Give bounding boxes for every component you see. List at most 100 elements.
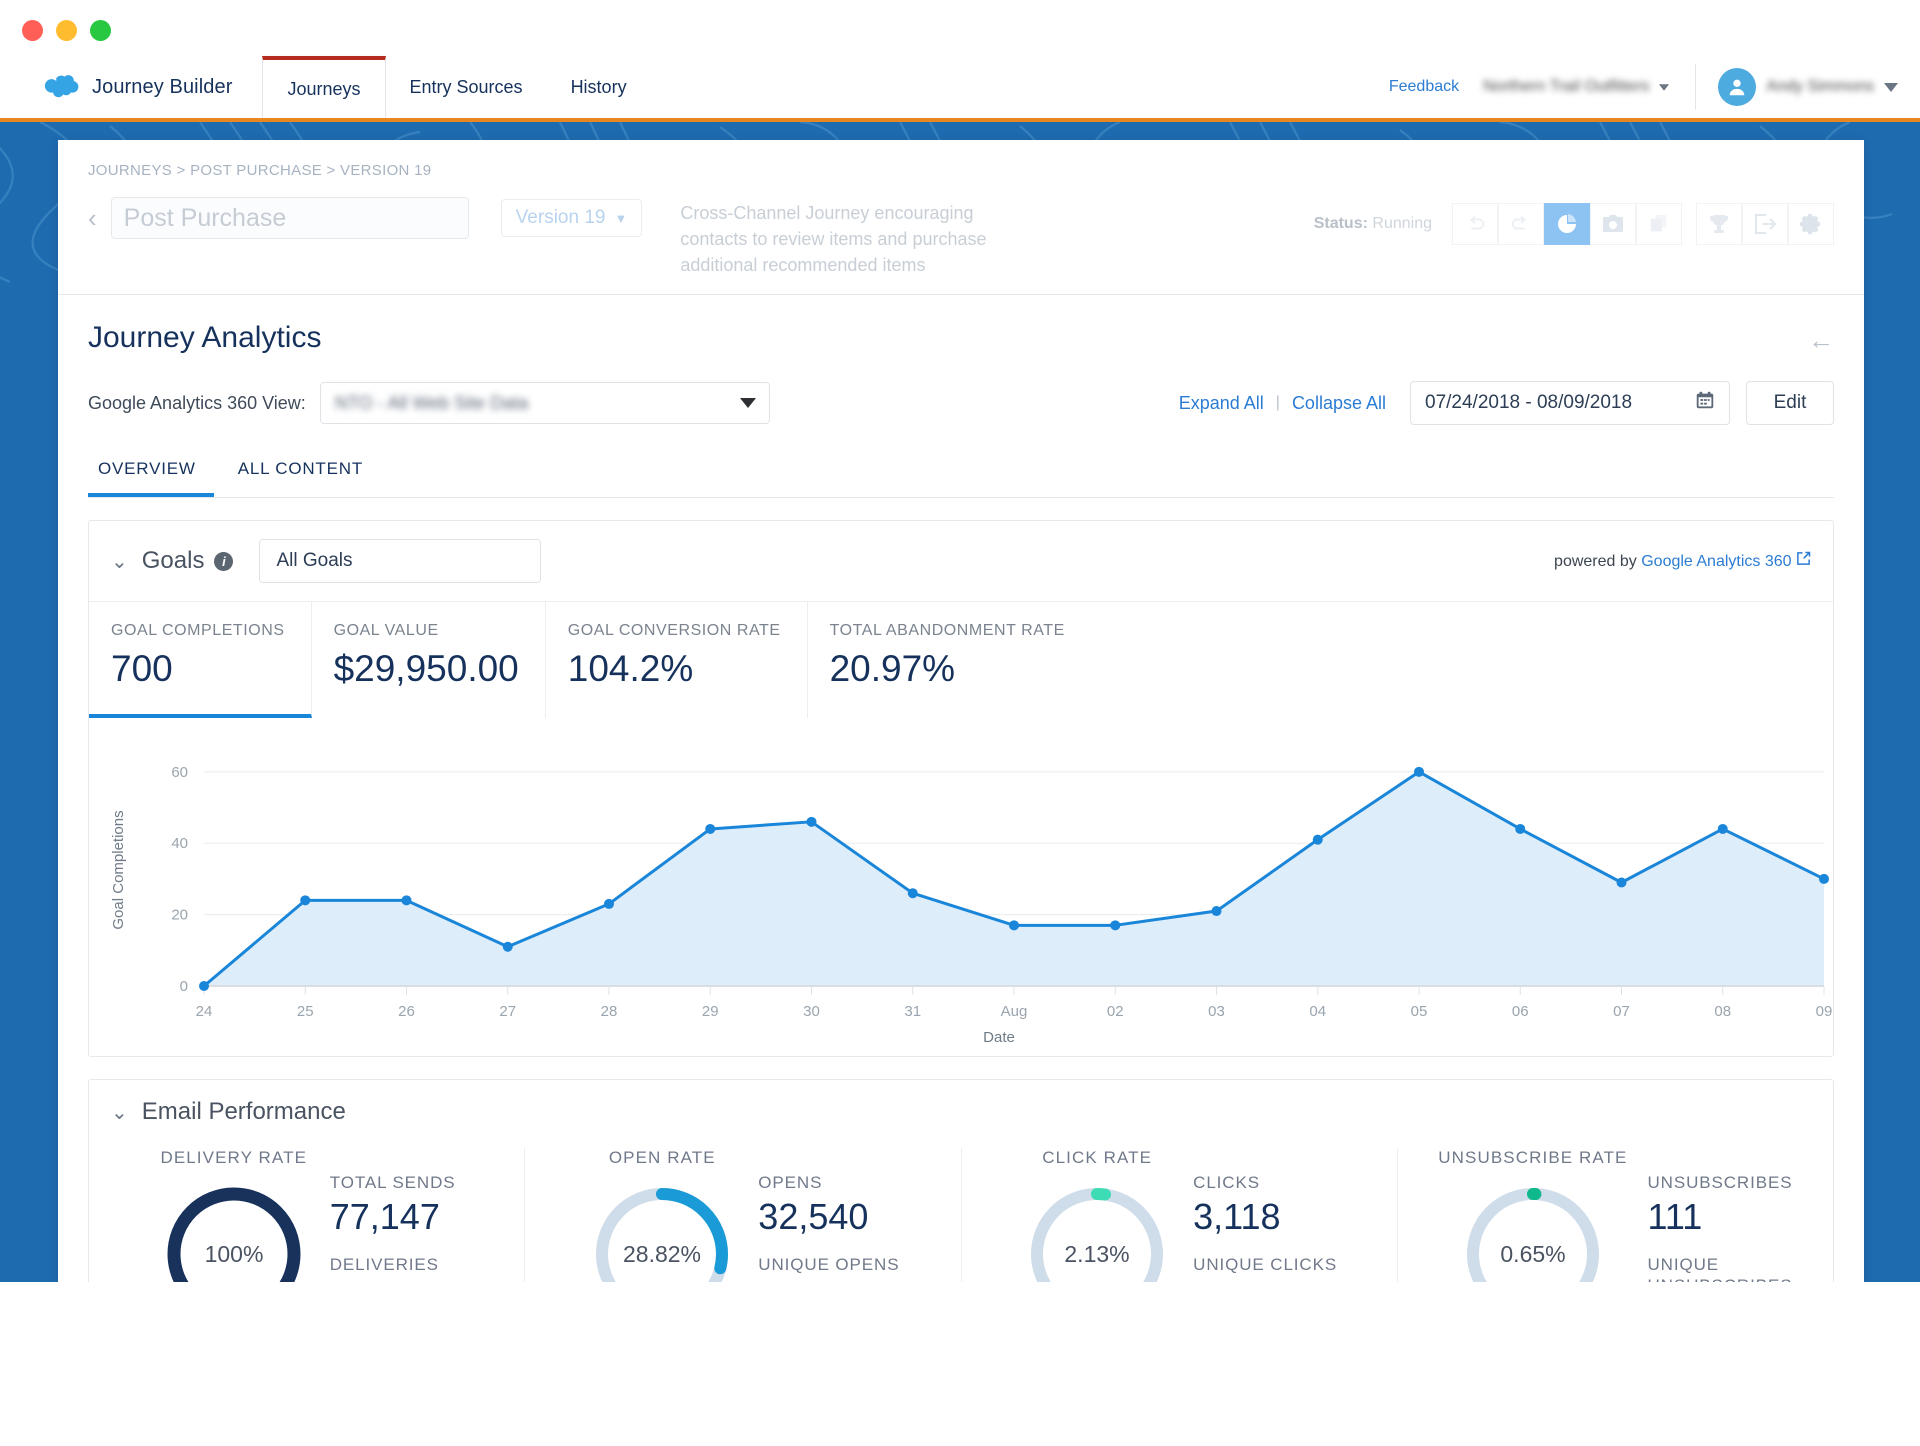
goals-filter-value: All Goals <box>276 550 353 572</box>
svg-text:03: 03 <box>1208 1003 1225 1020</box>
settings-icon[interactable] <box>1788 203 1834 245</box>
stat-label: UNIQUE CLICKS <box>1193 1254 1338 1274</box>
back-arrow-icon[interactable]: ‹ <box>88 203 97 234</box>
kpi-goal-conversion-rate[interactable]: GOAL CONVERSION RATE 104.2% <box>546 602 808 719</box>
donut-wrapper: 0.65% <box>1457 1178 1609 1282</box>
svg-text:Aug: Aug <box>1001 1003 1028 1020</box>
email-metric-0: DELIVERY RATE 100% TOTAL SENDS 77,147 DELI… <box>89 1148 526 1282</box>
donut-chart: 100% <box>167 1187 301 1282</box>
calendar-icon <box>1694 389 1716 417</box>
kpi-goal-completions[interactable]: GOAL COMPLETIONS 700 <box>89 602 312 719</box>
kpi-value: 20.97% <box>829 648 956 690</box>
stat-value: 32,523 <box>758 1277 899 1282</box>
journey-description: Cross-Channel Journey encouraging contac… <box>680 203 987 276</box>
stat-label: UNIQUE UNSUBSCRIBES <box>1647 1254 1792 1282</box>
email-metric-3: UNSUBSCRIBE RATE 0.65% UNSUBSCRIBES 111 UN… <box>1398 1148 1833 1282</box>
donut-value: 0.65% <box>1500 1241 1565 1267</box>
brand[interactable]: Journey Builder <box>24 56 262 118</box>
stat-label: UNSUBSCRIBES <box>1647 1173 1793 1193</box>
kpi-value: 700 <box>111 648 173 690</box>
donut-group: OPEN RATE 28.82% <box>586 1148 738 1282</box>
ga-view-label: Google Analytics 360 View: <box>88 392 306 413</box>
kpi-total-abandonment-rate[interactable]: TOTAL ABANDONMENT RATE 20.97% <box>808 602 1091 718</box>
feedback-link[interactable]: Feedback <box>1389 78 1459 96</box>
kpi-label: GOAL COMPLETIONS <box>111 622 285 640</box>
chevron-down-icon[interactable]: ⌄ <box>111 1100 128 1125</box>
goals-panel: ⌄ Goals i All Goals powered by Google An… <box>88 520 1834 1058</box>
collapse-all-link[interactable]: Collapse All <box>1292 393 1386 414</box>
user-menu[interactable]: Andy Simmons <box>1695 64 1898 110</box>
chevron-down-icon <box>1884 82 1898 92</box>
ga-view-select[interactable]: NTO - All Web Site Data <box>319 382 770 425</box>
window-maximize-button[interactable] <box>90 19 111 41</box>
salesforce-cloud-icon <box>44 74 79 97</box>
expand-all-link[interactable]: Expand All <box>1179 393 1264 414</box>
goals-filter-select[interactable]: All Goals <box>259 539 542 584</box>
svg-text:27: 27 <box>499 1003 516 1020</box>
svg-text:31: 31 <box>904 1003 921 1020</box>
pie-chart-icon <box>1558 214 1576 233</box>
metric-stats: CLICKS3,118 UNIQUE CLICKS 1,661 <box>1193 1172 1337 1282</box>
goals-panel-header: ⌄ Goals i All Goals powered by Google An… <box>89 521 1833 601</box>
gear-icon <box>1799 214 1821 235</box>
svg-text:24: 24 <box>196 1003 213 1020</box>
stat-value: 77,146 <box>330 1277 456 1282</box>
org-switcher[interactable]: Northern Trail Outfitters <box>1479 78 1675 96</box>
email-performance-panel: ⌄ Email Performance DELIVERY RATE 100% T… <box>88 1079 1834 1282</box>
brand-label: Journey Builder <box>92 75 233 98</box>
page-background: JOURNEYS > POST PURCHASE > VERSION 19 ‹ … <box>0 122 1920 1282</box>
email-panel-title: Email Performance <box>141 1098 346 1126</box>
kpi-label: TOTAL ABANDONMENT RATE <box>829 622 1065 640</box>
snapshot-icon[interactable] <box>1590 203 1636 245</box>
google-analytics-link[interactable]: Google Analytics 360 <box>1641 553 1791 570</box>
donut-chart: 0.65% <box>1466 1188 1599 1282</box>
user-icon <box>1730 79 1745 96</box>
stat-label: UNIQUE OPENS <box>758 1254 900 1274</box>
nav-item-journeys[interactable]: Journeys <box>262 56 386 118</box>
svg-text:09: 09 <box>1816 1003 1833 1020</box>
page-title: Journey Analytics <box>88 321 322 355</box>
svg-text:02: 02 <box>1107 1003 1124 1020</box>
app-header-right: Feedback Northern Trail Outfitters Andy … <box>1389 56 1920 118</box>
email-panel-header: ⌄ Email Performance <box>89 1080 1833 1144</box>
undo-icon[interactable] <box>1452 203 1498 245</box>
donut-wrapper: 2.13% <box>1021 1178 1173 1282</box>
stat-label: TOTAL SENDS <box>329 1173 456 1193</box>
status-badge: Status: Running <box>1314 215 1432 233</box>
window-minimize-button[interactable] <box>56 19 77 41</box>
tab-overview[interactable]: OVERVIEW <box>88 449 214 498</box>
nav-item-history[interactable]: History <box>547 56 651 118</box>
date-range-input[interactable]: 07/24/2018 - 08/09/2018 <box>1410 381 1730 426</box>
metric-stats: TOTAL SENDS77,147 DELIVERIES 77,146 <box>330 1172 456 1282</box>
duplicate-icon[interactable] <box>1636 203 1682 245</box>
donut-chart: 2.13% <box>1031 1188 1164 1282</box>
svg-text:28: 28 <box>601 1003 618 1020</box>
powered-by: powered by Google Analytics 360 <box>1554 551 1811 571</box>
email-metric-2: CLICK RATE 2.13% CLICKS 3,118 UNIQUE CLICK… <box>962 1148 1398 1282</box>
exit-icon[interactable] <box>1742 203 1788 245</box>
tab-all-content[interactable]: ALL CONTENT <box>228 449 381 497</box>
info-icon[interactable]: i <box>214 551 234 571</box>
svg-text:40: 40 <box>171 836 188 853</box>
email-metric-1: OPEN RATE 28.82% OPENS 32,540 UNIQUE OPENS… <box>525 1148 962 1282</box>
kpi-value: $29,950.00 <box>333 648 519 690</box>
chevron-down-icon[interactable]: ⌄ <box>111 549 128 574</box>
goal-completions-chart: 0 20 40 60 Goal Completions 24 25 26 27 28 29 30 31 A… <box>89 718 1833 1056</box>
edit-button[interactable]: Edit <box>1746 381 1834 426</box>
svg-text:25: 25 <box>297 1003 314 1020</box>
collapse-panel-icon[interactable]: ← <box>1808 325 1834 356</box>
primary-nav: Journeys Entry Sources History <box>262 56 650 118</box>
version-selector[interactable]: Version 19 ▼ <box>500 199 643 237</box>
goals-icon[interactable] <box>1696 203 1742 245</box>
analytics-icon[interactable] <box>1544 203 1590 245</box>
date-range-value: 07/24/2018 - 08/09/2018 <box>1425 392 1633 414</box>
journey-name-input[interactable] <box>110 197 469 239</box>
nav-item-entry-sources[interactable]: Entry Sources <box>386 56 547 118</box>
donut-group: UNSUBSCRIBE RATE 0.65% <box>1438 1148 1627 1282</box>
kpi-goal-value[interactable]: GOAL VALUE $29,950.00 <box>312 602 546 719</box>
goals-panel-title: Goals <box>141 547 205 575</box>
breadcrumb[interactable]: JOURNEYS > POST PURCHASE > VERSION 19 <box>88 162 1834 179</box>
window-close-button[interactable] <box>22 19 43 41</box>
metric-stats: UNSUBSCRIBES111UNIQUE UNSUBSCRIBES111 <box>1648 1172 1793 1282</box>
redo-icon[interactable] <box>1498 203 1544 245</box>
